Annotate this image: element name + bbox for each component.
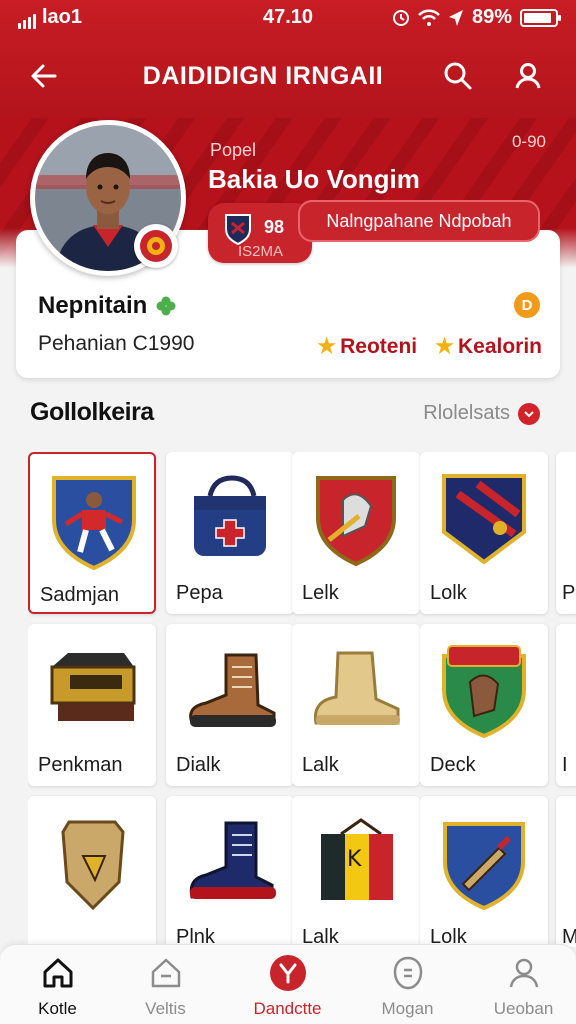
- nav-item-dandctte[interactable]: Dandctte: [230, 953, 345, 1023]
- collection-item[interactable]: M: [556, 796, 576, 947]
- search-icon: [444, 62, 472, 90]
- app-header: DAIDIDIGN IRNGAII: [0, 42, 576, 114]
- bottom-nav: Kotle Veltis Dandctte Mogan Ueoban: [0, 944, 576, 1024]
- home-icon: [0, 953, 115, 993]
- navy-boot-icon: [180, 810, 280, 914]
- shin-guard-icon: [42, 810, 142, 914]
- item-label: Deck: [430, 754, 476, 776]
- collection-item[interactable]: K Lalk: [292, 796, 420, 947]
- wifi-icon: [418, 9, 440, 26]
- card-name: Nepnitain: [38, 292, 148, 319]
- club-chip-sub: IS2MA: [238, 243, 284, 260]
- club-crest-icon: [225, 214, 251, 245]
- nav-label: Dandctte: [253, 999, 322, 1018]
- item-label: Lolk: [430, 582, 467, 604]
- item-label: I: [562, 754, 568, 776]
- card-name-row: Nepnitain: [38, 292, 177, 320]
- profile-count: 0-90: [511, 132, 546, 151]
- club-chip-number: 98: [264, 217, 285, 237]
- crest-shield-icon: [306, 466, 406, 570]
- nav-label: Veltis: [145, 999, 186, 1018]
- search-button[interactable]: [438, 56, 478, 96]
- profile-role: Popel: [210, 140, 257, 160]
- nav-item-veltis[interactable]: Veltis: [108, 953, 223, 1023]
- item-label: Sadmjan: [40, 584, 119, 606]
- page-title: DAIDIDIGN IRNGAII: [142, 62, 384, 90]
- user-icon: [515, 63, 541, 89]
- collection-item[interactable]: Lalk: [292, 624, 420, 786]
- nav-item-home[interactable]: Kotle: [0, 953, 115, 1023]
- account-button[interactable]: [508, 56, 548, 96]
- follow-button[interactable]: Nalngpahane Ndpobah: [298, 200, 540, 242]
- star-icon: ★: [317, 335, 337, 358]
- profile-icon: [466, 953, 576, 993]
- alarm-icon: [392, 9, 409, 26]
- card-subtitle: Pehanian C1990: [38, 332, 195, 355]
- location-icon: [448, 9, 463, 26]
- nav-label: Mogan: [381, 999, 434, 1018]
- tag-item[interactable]: ★ Kealorin: [435, 334, 542, 359]
- horse-crest-icon: [434, 638, 534, 742]
- clover-icon: [156, 296, 176, 316]
- nav-item-mogan[interactable]: Mogan: [350, 953, 465, 1023]
- sword-shield-icon: [434, 810, 534, 914]
- chest-icon: [42, 638, 142, 742]
- bag-icon: [180, 466, 280, 570]
- battery-percent: 89%: [471, 6, 512, 28]
- collection-item[interactable]: Penkman: [28, 624, 156, 786]
- info-dot-badge[interactable]: D: [514, 292, 540, 318]
- star-icon: ★: [435, 335, 454, 358]
- section-title: Gollolkeira: [30, 398, 154, 426]
- collection-item[interactable]: Dialk: [166, 624, 294, 786]
- nav-label: Ueoban: [493, 999, 554, 1018]
- trophy-icon: [230, 953, 345, 993]
- profile-name: Bakia Uo Vongim: [208, 164, 420, 194]
- collection-item[interactable]: P: [556, 452, 576, 614]
- collection-item[interactable]: Plnk: [166, 796, 294, 947]
- tag-label: Kealorin: [457, 335, 542, 358]
- club-chip[interactable]: 98 IS2MA: [208, 203, 312, 263]
- club-badge-icon: [134, 224, 178, 268]
- collection-item[interactable]: Lolk: [420, 452, 548, 614]
- see-all-link[interactable]: Rlolelsats: [423, 402, 540, 425]
- tag-label: Reoteni: [340, 335, 418, 358]
- status-right: 89%: [392, 6, 561, 29]
- collection-item[interactable]: Pepa: [166, 452, 294, 614]
- svg-text:K: K: [347, 847, 362, 872]
- collection-item[interactable]: Lelk: [292, 452, 420, 614]
- collection-item[interactable]: I: [556, 624, 576, 786]
- collection-item[interactable]: Lolk: [420, 796, 548, 947]
- house-outline-icon: [108, 953, 223, 993]
- collection-item[interactable]: [28, 796, 156, 947]
- item-label: Pepa: [176, 582, 223, 604]
- chevron-down-icon: [518, 402, 540, 425]
- shield-outline-icon: [350, 953, 465, 993]
- profile-tags: ★ Reoteni ★ Kealorin: [317, 334, 542, 359]
- collection-item[interactable]: Sadmjan: [28, 452, 156, 614]
- battery-icon: [520, 8, 561, 27]
- flag-box-icon: K: [306, 810, 406, 914]
- banner-badge-icon: [434, 466, 534, 570]
- battery-level: [524, 12, 551, 23]
- item-label: P: [562, 582, 576, 604]
- nav-item-ueoban[interactable]: Ueoban: [466, 953, 576, 1023]
- status-bar: lao1 47.10 89%: [0, 0, 576, 36]
- collection-grid: Sadmjan Pepa Lelk Lolk P Penkman Dialk L…: [28, 452, 576, 947]
- item-label: Lelk: [302, 582, 339, 604]
- item-label: Dialk: [176, 754, 221, 776]
- back-button[interactable]: [24, 56, 64, 96]
- tag-item[interactable]: ★ Reoteni: [317, 334, 417, 359]
- see-all-label: Rlolelsats: [423, 402, 510, 424]
- player-shield-icon: [44, 468, 144, 572]
- collection-item[interactable]: Deck: [420, 624, 548, 786]
- item-label: Penkman: [38, 754, 123, 776]
- arrow-left-icon: [31, 64, 57, 88]
- boot-icon: [180, 638, 280, 742]
- beige-boot-icon: [306, 638, 406, 742]
- nav-label: Kotle: [38, 999, 77, 1018]
- item-label: Lalk: [302, 754, 339, 776]
